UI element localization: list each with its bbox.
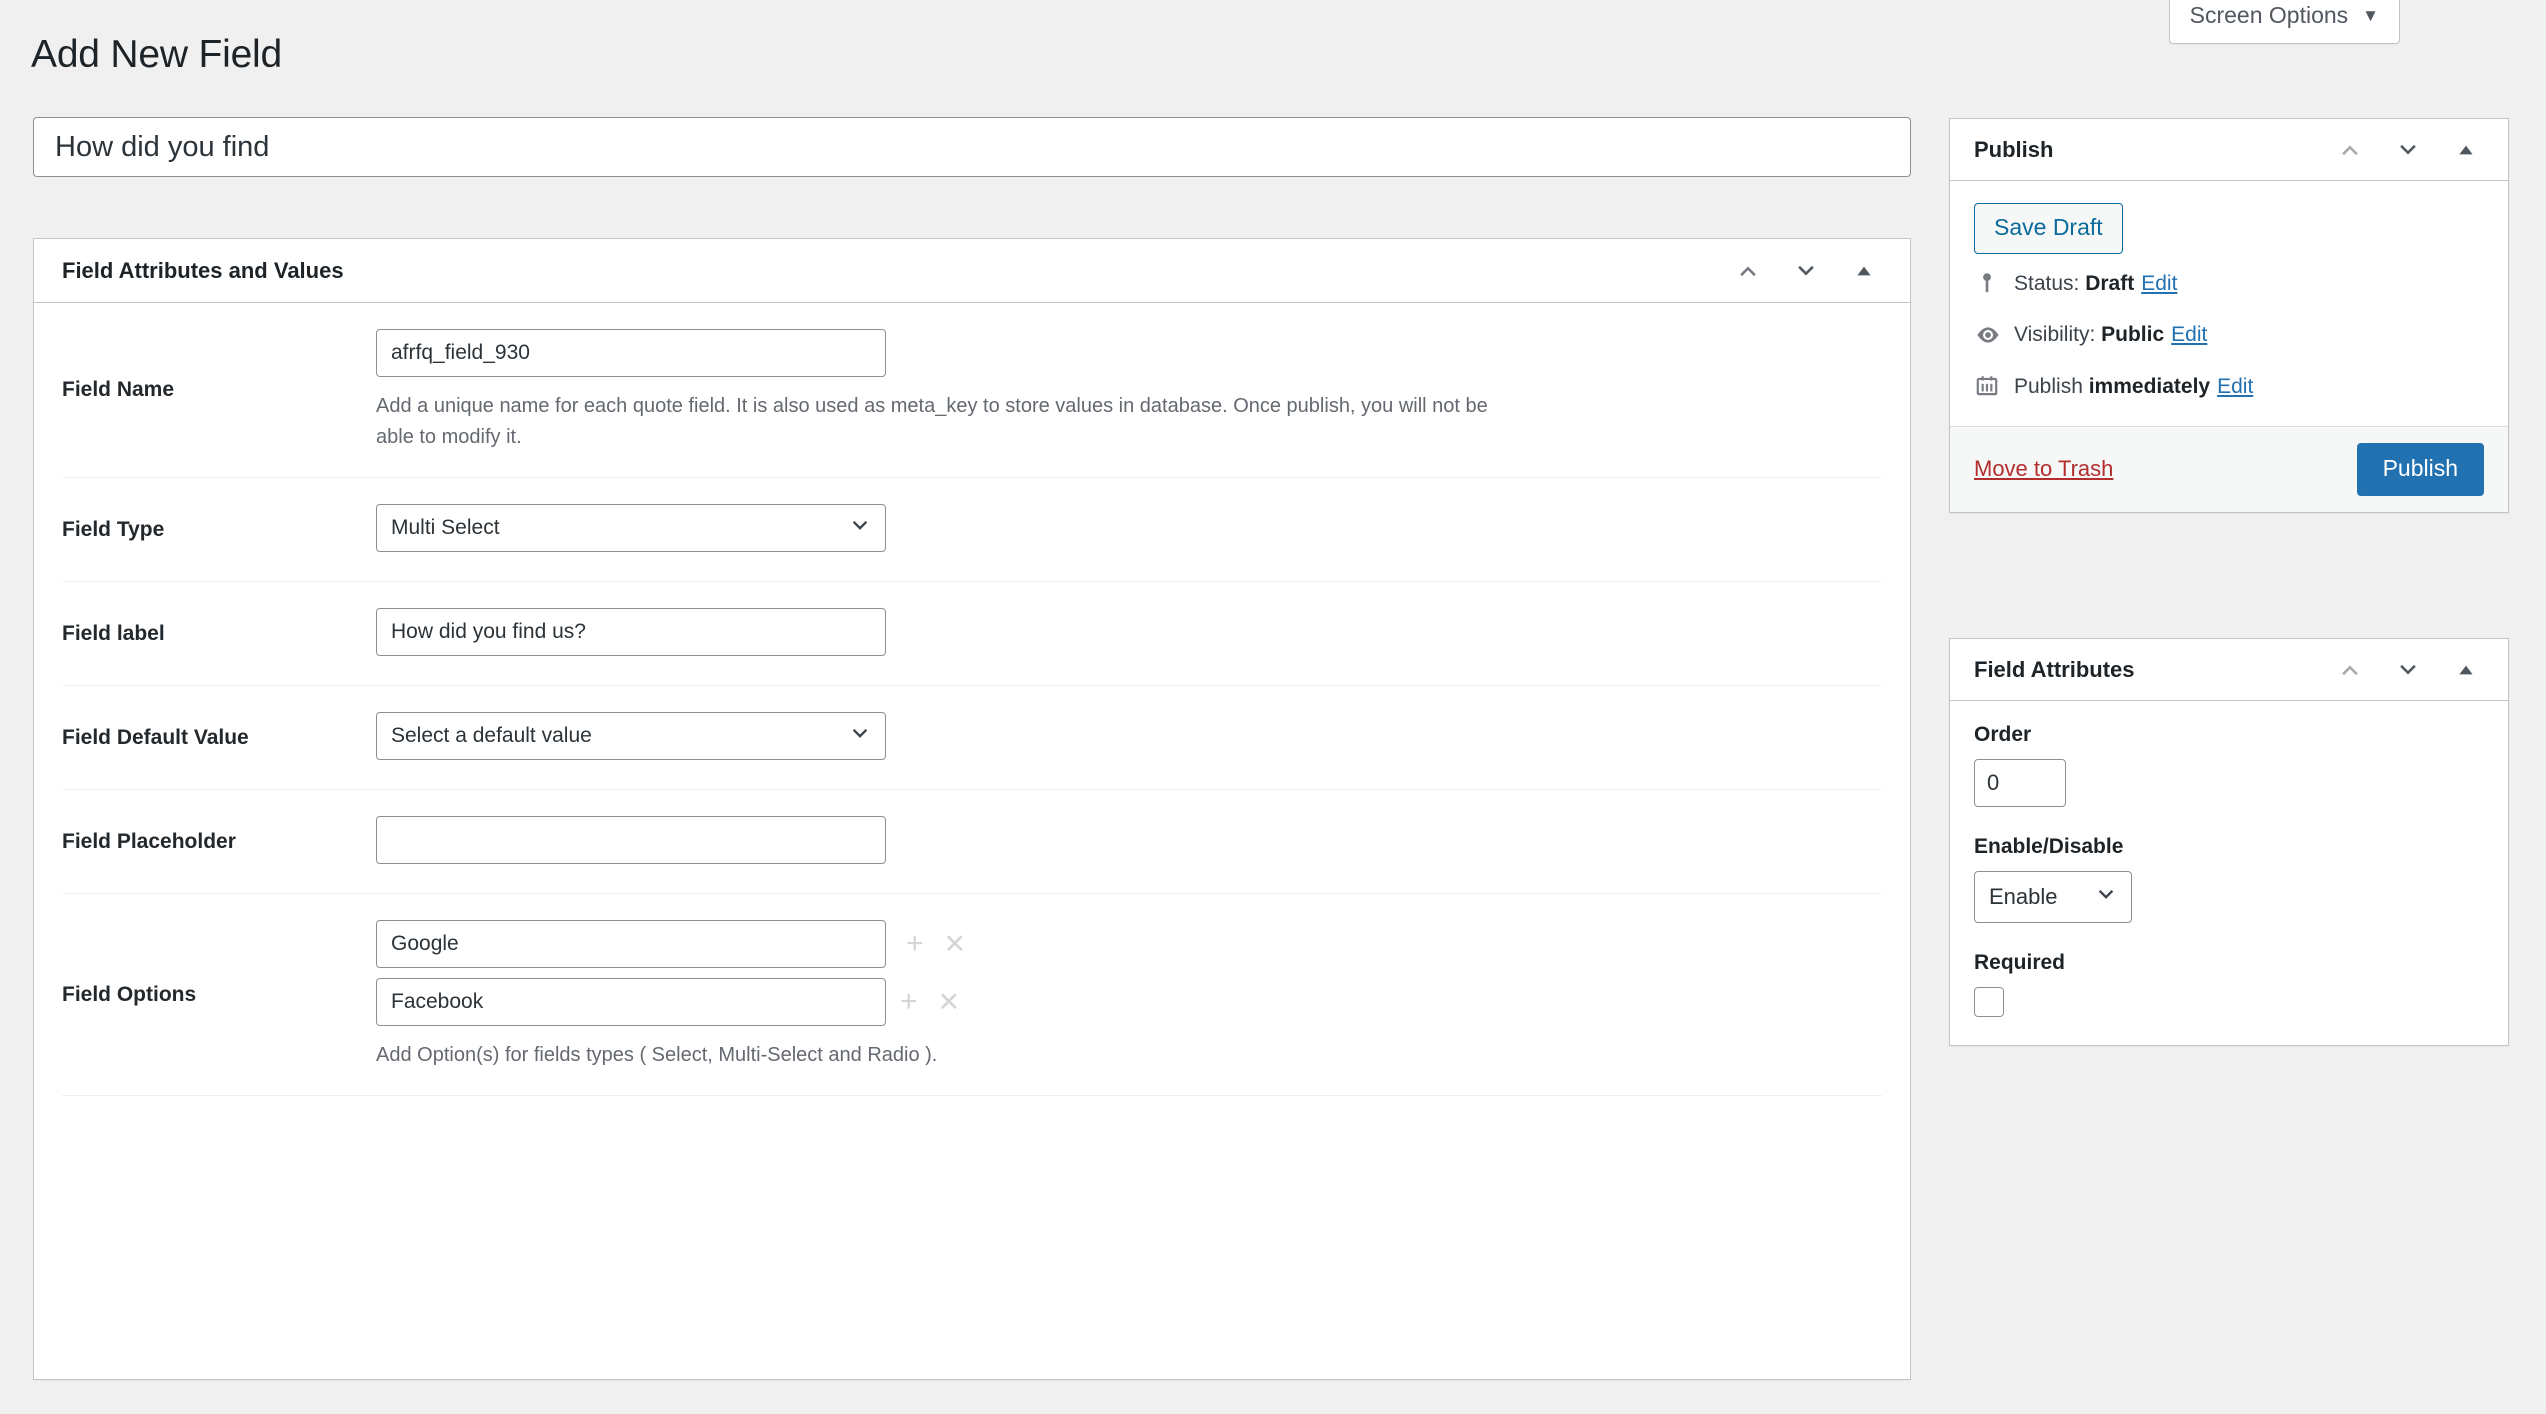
status-edit-link[interactable]: Edit <box>2141 272 2177 295</box>
publish-panel: Publish Save Draft Status: Draft Edit Vi… <box>1949 118 2509 513</box>
publish-date-edit-link[interactable]: Edit <box>2217 375 2253 398</box>
visibility-row: Visibility: Public Edit <box>1950 309 2508 361</box>
field-attributes-header: Field Attributes <box>1950 639 2508 701</box>
field-attributes-panel: Field Attributes Order Enable/Disable En… <box>1949 638 2509 1046</box>
row-label: Field label <box>62 621 165 645</box>
publish-footer: Move to Trash Publish <box>1950 426 2508 512</box>
save-draft-button[interactable]: Save Draft <box>1974 203 2123 254</box>
field-row-field-type: Field Type Multi Select <box>62 478 1882 582</box>
toggle-triangle-icon[interactable] <box>2442 126 2490 174</box>
eye-icon <box>1974 321 2014 349</box>
field-row-field-placeholder: Field Placeholder <box>62 790 1882 894</box>
field-placeholder-input[interactable] <box>376 816 886 864</box>
field-attributes-title: Field Attributes <box>1974 656 2135 682</box>
visibility-prefix: Visibility: <box>2014 323 2102 347</box>
chevron-up-icon[interactable] <box>2326 646 2374 694</box>
row-label: Field Options <box>62 982 197 1006</box>
plus-icon[interactable]: + <box>900 929 930 959</box>
publish-date-text: Publish immediately Edit <box>2014 371 2253 403</box>
publish-panel-title: Publish <box>1974 136 2054 162</box>
panel-header: Field Attributes and Values <box>34 239 1910 303</box>
panel-title: Field Attributes and Values <box>62 257 344 283</box>
status-value: Draft <box>2085 271 2135 295</box>
field-attributes-body: Order Enable/Disable Enable Required <box>1950 701 2508 1045</box>
publish-date-prefix: Publish <box>2014 374 2089 398</box>
post-title-input[interactable] <box>33 117 1911 177</box>
status-row: Status: Draft Edit <box>1950 258 2508 310</box>
required-checkbox[interactable] <box>1974 987 2004 1017</box>
field-rows: Field Name Add a unique name for each qu… <box>34 303 1910 1096</box>
order-input[interactable] <box>1974 759 2066 807</box>
field-attributes-values-panel: Field Attributes and Values Field Name a… <box>33 238 1911 1380</box>
row-label: Field Default Value <box>62 725 249 749</box>
field-row-field-options: Field Options + ✕ + ✕ Add Option(s) for … <box>62 894 1882 1096</box>
status-text: Status: Draft Edit <box>2014 268 2177 300</box>
required-label: Required <box>1974 951 2066 974</box>
screen-options-label: Screen Options <box>2189 2 2349 28</box>
toggle-triangle-icon[interactable] <box>2442 646 2490 694</box>
enable-disable-label: Enable/Disable <box>1974 835 2124 858</box>
chevron-down-icon[interactable] <box>2384 646 2432 694</box>
field-row-field-default-value: Field Default Value Select a default val… <box>62 686 1882 790</box>
option-row: + ✕ <box>376 920 1882 968</box>
field-default-value-select-value[interactable]: Select a default value <box>376 712 886 760</box>
chevron-up-icon[interactable] <box>1724 247 1772 295</box>
publish-handle-actions <box>2326 126 2490 174</box>
field-option-input-2[interactable] <box>376 978 886 1026</box>
chevron-up-icon[interactable] <box>2326 126 2374 174</box>
pin-icon <box>1974 270 2014 296</box>
screen-options-button[interactable]: Screen Options ▼ <box>2168 0 2400 44</box>
close-icon[interactable]: ✕ <box>938 930 973 958</box>
visibility-text: Visibility: Public Edit <box>2014 319 2207 351</box>
row-label: Field Name <box>62 378 175 401</box>
visibility-edit-link[interactable]: Edit <box>2171 323 2207 346</box>
row-label: Field Placeholder <box>62 829 236 853</box>
field-name-input[interactable] <box>376 329 886 377</box>
plus-icon[interactable]: + <box>894 987 924 1017</box>
publish-date-value: immediately <box>2088 374 2211 398</box>
toggle-triangle-icon[interactable] <box>1840 247 1888 295</box>
field-type-select[interactable]: Multi Select <box>376 504 886 552</box>
row-label: Field Type <box>62 517 165 541</box>
chevron-down-icon[interactable] <box>1782 247 1830 295</box>
option-row: + ✕ <box>376 978 1882 1026</box>
field-row-field-name: Field Name Add a unique name for each qu… <box>62 303 1882 478</box>
status-prefix: Status: <box>2014 271 2086 295</box>
chevron-down-icon[interactable] <box>2384 126 2432 174</box>
panel-handle-actions <box>1724 247 1888 295</box>
publish-actions: Save Draft <box>1950 181 2508 258</box>
field-option-input-1[interactable] <box>376 920 886 968</box>
publish-button[interactable]: Publish <box>2356 443 2484 496</box>
field-attributes-handle-actions <box>2326 646 2490 694</box>
field-label-input[interactable] <box>376 608 886 656</box>
publish-date-row: Publish immediately Edit <box>1950 361 2508 413</box>
field-type-select-value[interactable]: Multi Select <box>376 504 886 552</box>
visibility-value: Public <box>2101 323 2165 347</box>
move-to-trash-link[interactable]: Move to Trash <box>1974 456 2113 482</box>
admin-page: Screen Options ▼ Add New Field Field Att… <box>0 0 2546 1414</box>
caret-down-icon: ▼ <box>2362 6 2379 25</box>
field-default-value-select[interactable]: Select a default value <box>376 712 886 760</box>
page-title: Add New Field <box>31 33 283 76</box>
field-row-field-label: Field label <box>62 582 1882 686</box>
enable-disable-select-value[interactable]: Enable <box>1974 871 2132 923</box>
publish-panel-header: Publish <box>1950 119 2508 181</box>
calendar-icon <box>1974 373 2014 399</box>
field-name-help: Add a unique name for each quote field. … <box>376 395 1488 448</box>
field-options-help: Add Option(s) for fields types ( Select,… <box>376 1044 938 1066</box>
enable-disable-select[interactable]: Enable <box>1974 871 2132 923</box>
close-icon[interactable]: ✕ <box>932 988 967 1016</box>
order-label: Order <box>1974 723 2032 746</box>
